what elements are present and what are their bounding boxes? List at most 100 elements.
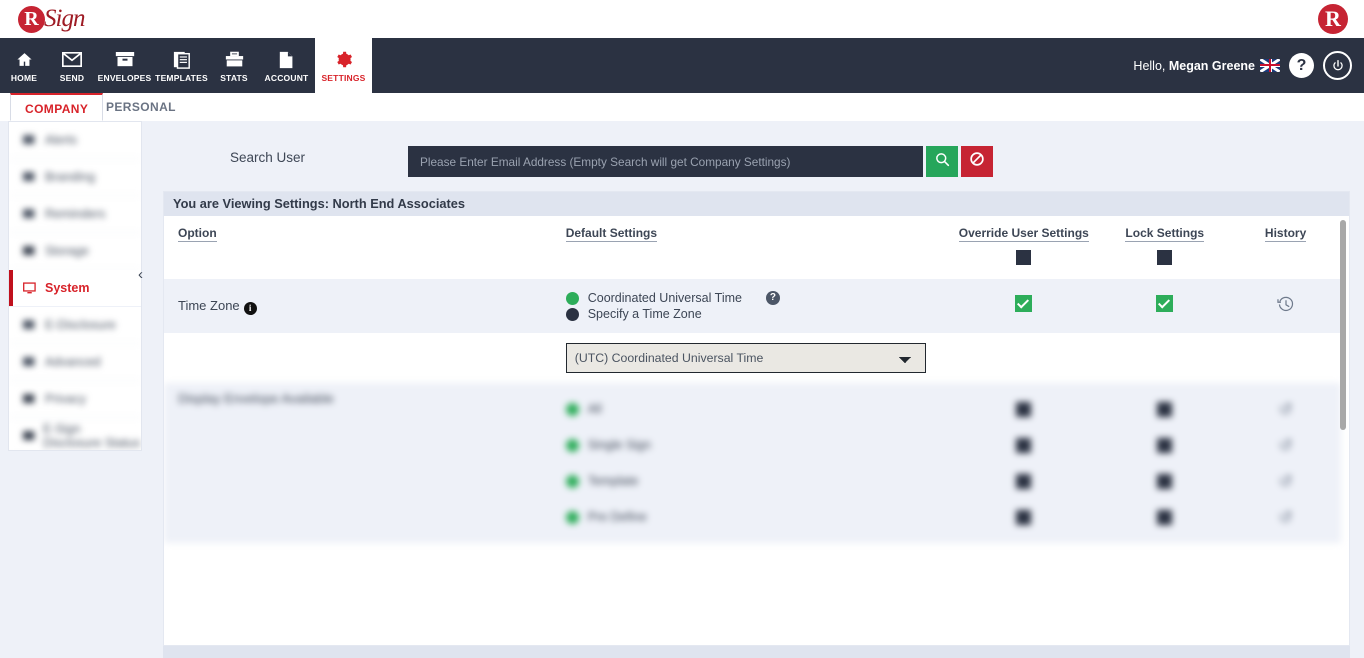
copy-files-icon [278, 49, 296, 71]
blurred-lock-checkbox-3[interactable] [1157, 509, 1173, 525]
radio-option-specify-a-time-zone[interactable]: Specify a Time Zone [565, 307, 949, 321]
blurred-override-checkbox-2[interactable] [1016, 473, 1032, 489]
documents-icon [173, 49, 191, 71]
nav-item-send-label: SEND [59, 72, 85, 83]
blurred-override-checkbox-1[interactable] [1016, 437, 1032, 453]
column-header-override-user-settings[interactable]: Override User Settings [948, 216, 1099, 246]
page-body: Alerts Branding Reminders Storage System [0, 121, 1364, 658]
rsign-logo-mark: R [18, 6, 45, 33]
blurred-label-1: Single Sign [587, 438, 651, 452]
e-disclosure-icon [23, 319, 38, 332]
column-header-default-settings[interactable]: Default Settings [565, 216, 949, 246]
sidebar-item-system[interactable]: System [9, 270, 141, 307]
storage-icon [23, 245, 38, 258]
radio-specify-label: Specify a Time Zone [587, 307, 702, 321]
time-zone-history-cell [1230, 279, 1341, 333]
time-zone-override-cell [948, 279, 1099, 333]
blurred-option-cell: Display Envelope Available [164, 383, 566, 543]
blurred-option-1[interactable]: Single Sign [565, 427, 949, 463]
sidebar-item-storage[interactable]: Storage [9, 233, 141, 270]
info-icon[interactable]: i [243, 302, 257, 315]
nav-item-account[interactable]: ACCOUNT [258, 38, 315, 93]
time-zone-select-spacer-override [948, 333, 1099, 383]
settings-sidebar: Alerts Branding Reminders Storage System [8, 121, 142, 451]
time-zone-select-spacer-lock [1099, 333, 1230, 383]
sidebar-item-alerts[interactable]: Alerts [9, 122, 141, 159]
radio-utc-label: Coordinated Universal Time [587, 291, 742, 305]
user-name: Megan Greene [1168, 58, 1255, 73]
blurred-history-icon-2[interactable]: ↺ [1278, 473, 1292, 490]
radio-option-coordinated-universal-time[interactable]: Coordinated Universal Time ? [565, 291, 949, 305]
search-user-row: Search User [160, 132, 1350, 188]
sidebar-item-esign-disclosure-status[interactable]: E-Sign Disclosure Status [9, 418, 141, 450]
header-toggle-spacer-default [565, 246, 949, 279]
panel-footer-bar [163, 646, 1350, 658]
blurred-override-checkbox-0[interactable] [1016, 401, 1032, 417]
table-header-toggle-row [164, 246, 1341, 279]
rsign-logo-word: Sign [44, 5, 85, 32]
column-header-option[interactable]: Option [164, 216, 566, 246]
timezone-select[interactable]: (UTC) Coordinated Universal Time [565, 343, 926, 373]
tab-company[interactable]: COMPANY [10, 93, 104, 121]
override-all-checkbox[interactable] [1016, 250, 1032, 266]
sidebar-item-reminders[interactable]: Reminders [9, 196, 141, 233]
lock-checkbox-time-zone[interactable] [1156, 295, 1174, 312]
radio-utc-dot-icon[interactable] [565, 291, 579, 305]
search-input[interactable] [408, 146, 923, 177]
blurred-history-icon-1[interactable]: ↺ [1278, 437, 1292, 454]
help-icon[interactable]: ? [1289, 53, 1314, 78]
search-button[interactable] [926, 146, 958, 177]
privacy-icon [23, 393, 38, 406]
table-vertical-scrollbar[interactable] [1340, 220, 1346, 430]
uk-flag-icon[interactable] [1260, 58, 1280, 72]
sidebar-item-privacy[interactable]: Privacy [9, 381, 141, 418]
sidebar-item-advanced[interactable]: Advanced [9, 344, 141, 381]
blurred-option-3[interactable]: Pre Define [565, 499, 949, 535]
blurred-label-2: Template [587, 474, 639, 488]
sidebar-item-esign-disclosure-status-label: E-Sign Disclosure Status [43, 422, 141, 450]
table-header-row: Option Default Settings Override User Se… [164, 216, 1341, 246]
question-icon[interactable]: ? [765, 291, 780, 305]
column-header-lock-settings[interactable]: Lock Settings [1099, 216, 1230, 246]
nav-item-home[interactable]: HOME [0, 38, 48, 93]
column-header-history[interactable]: History [1230, 216, 1341, 246]
blurred-option-2[interactable]: Template [565, 463, 949, 499]
settings-table-head: Option Default Settings Override User Se… [164, 216, 1341, 279]
history-icon[interactable] [1276, 296, 1295, 317]
time-zone-select-cell: (UTC) Coordinated Universal Time [565, 333, 949, 383]
sidebar-item-e-disclosure[interactable]: E-Disclosure [9, 307, 141, 344]
rsign-settings-page: R Sign R HOME SEND ENVELOPES TEMPLATES S… [0, 0, 1364, 658]
override-checkbox-time-zone[interactable] [1015, 295, 1033, 312]
blurred-override-checkbox-3[interactable] [1016, 509, 1032, 525]
nav-item-envelopes[interactable]: ENVELOPES [96, 38, 153, 93]
rsign-logo[interactable]: R Sign [10, 2, 110, 38]
tab-personal[interactable]: PERSONAL [92, 93, 190, 121]
sidebar-item-branding[interactable]: Branding [9, 159, 141, 196]
home-icon [15, 49, 34, 71]
blurred-lock-checkbox-2[interactable] [1157, 473, 1173, 489]
blurred-option-label: Display Envelope Available [178, 391, 334, 406]
sidebar-item-branding-label: Branding [45, 170, 96, 184]
clear-search-button[interactable] [961, 146, 993, 177]
blurred-radio-1-icon [565, 438, 579, 452]
nav-item-settings[interactable]: SETTINGS [315, 38, 372, 93]
sidebar-collapse-chevron-icon[interactable]: ‹ [138, 267, 143, 282]
settings-table-body: Time Zonei Coordinated Universal Time ? [164, 279, 1341, 543]
nav-item-stats[interactable]: STATS [210, 38, 258, 93]
blurred-option-0[interactable]: All [565, 391, 949, 427]
blurred-history-stack: ↺ ↺ ↺ ↺ [1230, 391, 1341, 535]
radio-specify-dot-icon[interactable] [565, 307, 579, 321]
lock-all-checkbox[interactable] [1157, 250, 1173, 266]
blurred-lock-checkbox-0[interactable] [1157, 401, 1173, 417]
nav-item-templates[interactable]: TEMPLATES [153, 38, 210, 93]
nav-item-send[interactable]: SEND [48, 38, 96, 93]
blurred-history-icon-0[interactable]: ↺ [1278, 401, 1292, 418]
monitor-icon [23, 281, 38, 295]
branding-icon [23, 171, 38, 184]
blurred-history-icon-3[interactable]: ↺ [1278, 509, 1292, 526]
logo-bar: R Sign R [0, 0, 1364, 38]
power-icon[interactable] [1323, 51, 1352, 80]
greeting: Hello, Megan Greene [1133, 58, 1280, 73]
blurred-lock-checkbox-1[interactable] [1157, 437, 1173, 453]
blurred-radio-3-icon [565, 510, 579, 524]
